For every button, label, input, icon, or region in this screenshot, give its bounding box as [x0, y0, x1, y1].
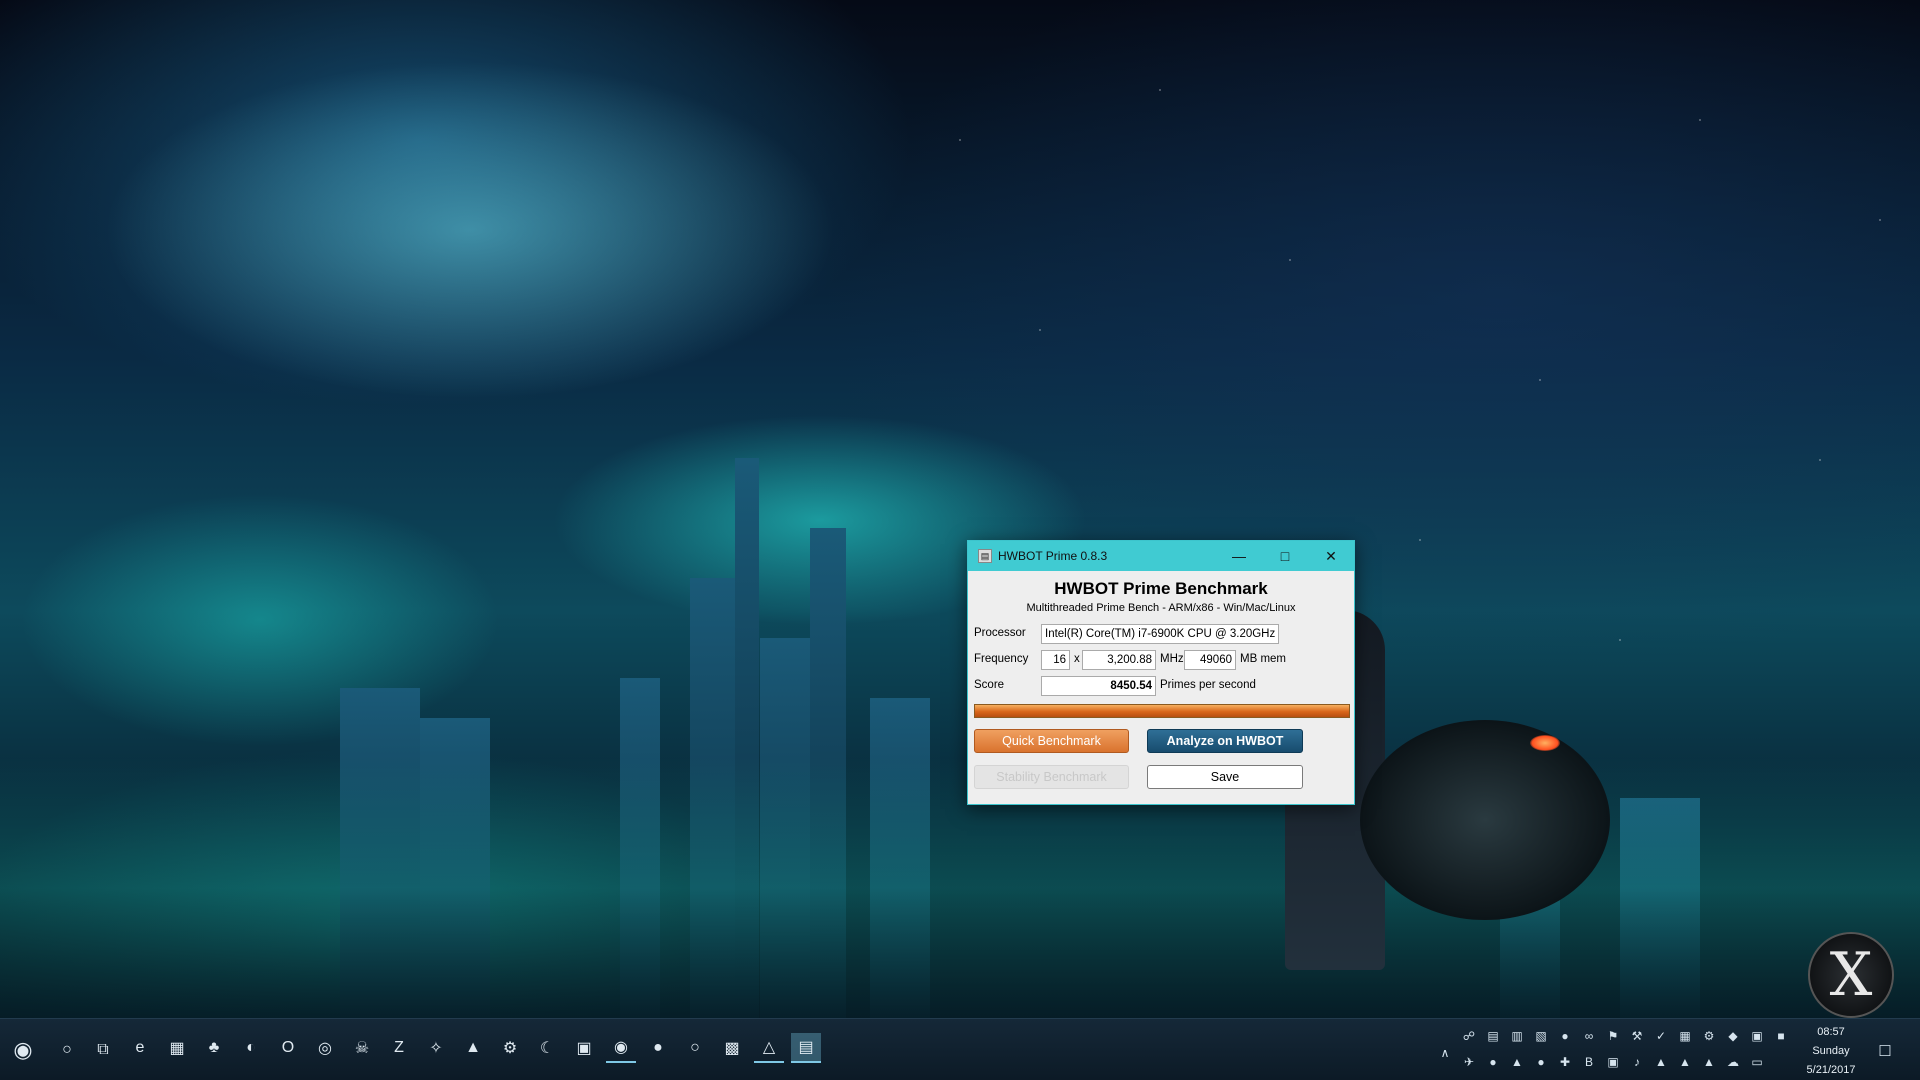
- tray-icon[interactable]: ▣: [1604, 1053, 1622, 1071]
- tray-icon[interactable]: ▲: [1652, 1053, 1670, 1071]
- tray-icon[interactable]: ⚙: [1700, 1027, 1718, 1045]
- tray-icon[interactable]: ⚒: [1628, 1027, 1646, 1045]
- record-icon[interactable]: ●: [643, 1033, 673, 1063]
- tray-icon[interactable]: ▭: [1748, 1053, 1766, 1071]
- clock-date: 5/21/2017: [1806, 1064, 1856, 1076]
- search-icon[interactable]: ○: [52, 1035, 82, 1065]
- vlc-icon[interactable]: ▲: [458, 1033, 488, 1063]
- score-unit-label: Primes per second: [1160, 679, 1256, 691]
- edge-icon[interactable]: e: [125, 1033, 155, 1063]
- tray-icon[interactable]: ☍: [1460, 1027, 1478, 1045]
- close-button[interactable]: ✕: [1308, 541, 1354, 571]
- tray-icon[interactable]: ●: [1556, 1027, 1574, 1045]
- ghost-app-icon[interactable]: ◐: [236, 1033, 266, 1063]
- tray-icon[interactable]: ✓: [1652, 1027, 1670, 1045]
- tray-icon[interactable]: ✈: [1460, 1053, 1478, 1071]
- memory-field[interactable]: 49060: [1184, 650, 1236, 670]
- benchmark-subheading: Multithreaded Prime Bench - ARM/x86 - Wi…: [1026, 602, 1296, 614]
- frequency-row: Frequency 16 x 3,200.88 MHz 49060 MB mem: [974, 649, 1348, 671]
- window-title: HWBOT Prime 0.8.3: [998, 549, 1108, 563]
- circle-app-icon[interactable]: ○: [680, 1033, 710, 1063]
- filezilla-icon[interactable]: Z: [384, 1033, 414, 1063]
- window-titlebar[interactable]: ▤ HWBOT Prime 0.8.3 — □ ✕: [968, 541, 1354, 571]
- processor-label: Processor: [974, 627, 1026, 639]
- benchmark-progress-bar: [974, 704, 1350, 718]
- tray-icon[interactable]: ▲: [1700, 1053, 1718, 1071]
- score-label: Score: [974, 679, 1005, 691]
- alien-icon[interactable]: ☠: [347, 1033, 377, 1063]
- desktop-wallpaper: X: [0, 0, 1920, 1018]
- tray-icon[interactable]: ⚑: [1604, 1027, 1622, 1045]
- chrome-icon[interactable]: ◎: [310, 1033, 340, 1063]
- times-sign: x: [1074, 653, 1080, 665]
- tray-icon[interactable]: ■: [1772, 1027, 1790, 1045]
- clover-icon[interactable]: ♣: [199, 1033, 229, 1063]
- tray-icon[interactable]: ☁: [1724, 1053, 1742, 1071]
- minimize-button[interactable]: —: [1216, 541, 1262, 571]
- tray-icon[interactable]: ●: [1532, 1053, 1550, 1071]
- tray-icon[interactable]: ●: [1484, 1053, 1502, 1071]
- taskbar: ◉ ○ ⧉ e ▦ ♣ ◐ O ◎ ☠ Z ✧ ▲ ⚙ ☾ ▣ ◉ ● ○ ▩ △ ▤ ∧ ☍ ▤ ▥ ▧ ● ∞ ⚑ ⚒ ✓ ▦ ⚙ ◆…: [0, 1018, 1920, 1080]
- grid-app-icon[interactable]: ▩: [717, 1033, 747, 1063]
- desktop-x-logo-icon[interactable]: X: [1808, 932, 1894, 1018]
- display-icon[interactable]: ▣: [569, 1033, 599, 1063]
- score-row: Score 8450.54 Primes per second: [974, 675, 1348, 697]
- tray-icon[interactable]: ▤: [1484, 1027, 1502, 1045]
- frequency-field[interactable]: 3,200.88: [1082, 650, 1156, 670]
- benchmark-heading: HWBOT Prime Benchmark: [1054, 579, 1268, 598]
- mhz-label: MHz: [1160, 653, 1184, 665]
- save-button[interactable]: Save: [1147, 765, 1303, 789]
- wallpaper-motorcycle: [1360, 720, 1610, 920]
- clock[interactable]: 08:57 Sunday 5/21/2017: [1796, 1023, 1866, 1080]
- window-content: HWBOT Prime Benchmark Multithreaded Prim…: [968, 571, 1354, 789]
- tray-icon[interactable]: ▦: [1676, 1027, 1694, 1045]
- processor-field[interactable]: Intel(R) Core(TM) i7-6900K CPU @ 3.20GHz: [1041, 624, 1279, 644]
- processor-row: Processor Intel(R) Core(TM) i7-6900K CPU…: [974, 623, 1348, 645]
- tray-icon[interactable]: ▣: [1748, 1027, 1766, 1045]
- steam-icon[interactable]: ⚙: [495, 1033, 525, 1063]
- progress-fill: [975, 705, 1349, 717]
- spotify-icon[interactable]: ◉: [606, 1033, 636, 1063]
- tray-icon[interactable]: ▥: [1508, 1027, 1526, 1045]
- outlook-icon[interactable]: O: [273, 1033, 303, 1063]
- task-view-icon[interactable]: ⧉: [88, 1035, 118, 1065]
- hwbot-mountain-icon[interactable]: △: [754, 1033, 784, 1063]
- maximize-button[interactable]: □: [1262, 541, 1308, 571]
- hwbot-prime-window: ▤ HWBOT Prime 0.8.3 — □ ✕ HWBOT Prime Be…: [967, 540, 1355, 805]
- tray-icon[interactable]: ◆: [1724, 1027, 1742, 1045]
- wallpaper-bike-light: [1530, 735, 1560, 751]
- hwbot-app-icon: ▤: [978, 549, 992, 563]
- tray-icon[interactable]: ▲: [1508, 1053, 1526, 1071]
- notification-center-icon[interactable]: ☐: [1876, 1042, 1894, 1060]
- clock-time: 08:57: [1817, 1026, 1845, 1038]
- button-area: Quick Benchmark Analyze on HWBOT Stabili…: [974, 718, 1348, 789]
- clock-day: Sunday: [1812, 1045, 1850, 1057]
- store-icon[interactable]: ▦: [162, 1033, 192, 1063]
- tray-icon[interactable]: ♪: [1628, 1053, 1646, 1071]
- tray-icon[interactable]: ∞: [1580, 1027, 1598, 1045]
- tray-icon[interactable]: ▧: [1532, 1027, 1550, 1045]
- start-cortana-icon[interactable]: ◉: [8, 1035, 38, 1065]
- tray-icon[interactable]: ✚: [1556, 1053, 1574, 1071]
- feather-icon[interactable]: ✧: [421, 1033, 451, 1063]
- wallpaper-city: [0, 420, 1920, 1018]
- score-field[interactable]: 8450.54: [1041, 676, 1156, 696]
- tray-icon[interactable]: B: [1580, 1053, 1598, 1071]
- frequency-label: Frequency: [974, 653, 1029, 665]
- hwbot-prime-icon[interactable]: ▤: [791, 1033, 821, 1063]
- moon-icon[interactable]: ☾: [532, 1033, 562, 1063]
- stability-benchmark-button: Stability Benchmark: [974, 765, 1129, 789]
- thread-count-field[interactable]: 16: [1041, 650, 1070, 670]
- tray-expand-icon[interactable]: ∧: [1436, 1044, 1454, 1062]
- mem-unit-label: MB mem: [1240, 653, 1286, 665]
- quick-benchmark-button[interactable]: Quick Benchmark: [974, 729, 1129, 753]
- tray-icon[interactable]: ▲: [1676, 1053, 1694, 1071]
- analyze-on-hwbot-button[interactable]: Analyze on HWBOT: [1147, 729, 1303, 753]
